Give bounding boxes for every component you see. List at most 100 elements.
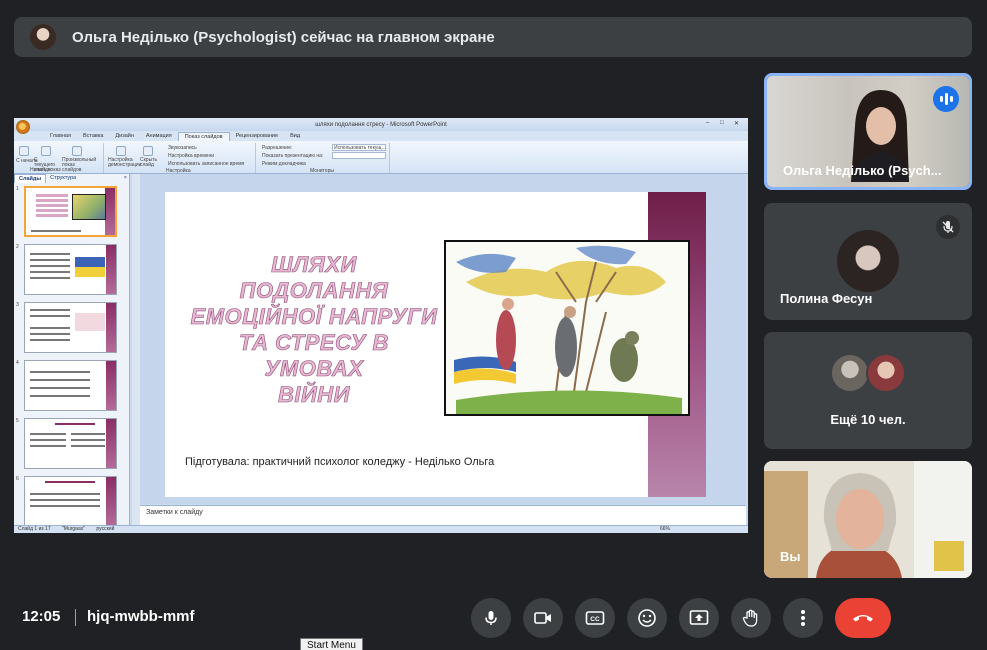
more-options-button[interactable]	[783, 598, 823, 638]
current-slide[interactable]: ШЛЯХИ ПОДОЛАННЯ ЕМОЦІЙНОЇ НАПРУГИ ТА СТР…	[165, 192, 706, 497]
slides-pane-tabs: Слайды Структура ×	[14, 174, 129, 183]
tooltip: Start Menu	[300, 638, 363, 650]
hang-up-icon	[853, 615, 873, 622]
participant-tile-presenter[interactable]: Ольга Неділько (Psych...	[764, 73, 972, 190]
present-screen-icon	[689, 610, 709, 625]
thumb-number: 2	[16, 244, 19, 250]
minimize-icon[interactable]: –	[706, 120, 714, 127]
from-current-icon[interactable]	[41, 146, 51, 156]
svg-text:CC: CC	[590, 616, 600, 623]
maximize-icon[interactable]: □	[720, 120, 728, 127]
microphone-icon	[485, 611, 497, 625]
present-button[interactable]	[679, 598, 719, 638]
meeting-code[interactable]: hjq-mwbb-mmf	[87, 608, 194, 625]
hide-slide-label[interactable]: Скрыть слайд	[140, 158, 158, 168]
ribbon-tab[interactable]: Вставка	[77, 132, 109, 141]
thumb-text-line	[30, 439, 66, 441]
slide-thumbnail[interactable]	[24, 186, 117, 237]
thumb-side-bar	[105, 188, 115, 235]
slides-pane-scrollbar[interactable]	[132, 174, 140, 526]
ribbon-tab[interactable]: Анимация	[140, 132, 178, 141]
thumb-text-line	[30, 499, 100, 501]
ribbon-tab[interactable]: Главная	[44, 132, 77, 141]
hide-slide-icon[interactable]	[143, 146, 153, 156]
participant-tile[interactable]: Полина Фесун	[764, 203, 972, 320]
thumb-text-line	[30, 265, 70, 267]
thumb-side-bar	[106, 419, 116, 468]
setup-show-label[interactable]: Настройка демонстрации	[108, 158, 141, 168]
heading-line: ШЛЯХИ	[271, 252, 357, 278]
more-participants-tile[interactable]: Ещё 10 чел.	[764, 332, 972, 449]
camera-button[interactable]	[523, 598, 563, 638]
thumb-text-line	[45, 481, 95, 483]
participant-avatar	[837, 230, 899, 292]
raise-hand-button[interactable]	[731, 598, 771, 638]
thumb-number: 4	[16, 360, 19, 366]
ribbon-tabs: Главная Вставка Дизайн Анимация Показ сл…	[14, 131, 748, 141]
slide-thumbnail[interactable]	[24, 244, 117, 295]
tab-slides[interactable]: Слайды	[14, 174, 47, 183]
use-timings-checkbox[interactable]: Использовать записанное время	[168, 161, 244, 167]
slide-editor[interactable]: ШЛЯХИ ПОДОЛАННЯ ЕМОЦІЙНОЇ НАПРУГИ ТА СТР…	[140, 174, 746, 504]
slide-notes[interactable]: Заметки к слайду	[140, 505, 746, 525]
thumb-number: 3	[16, 302, 19, 308]
ribbon-tab[interactable]: Рецензирование	[230, 132, 284, 141]
hand-icon	[742, 609, 758, 627]
thumb-side-bar	[106, 361, 116, 410]
ppt-window-title: шляхи подолання стресу - Microsoft Power…	[315, 121, 447, 128]
thumb-text-line	[30, 493, 100, 495]
heading-line: ВІЙНИ	[277, 382, 351, 408]
divider	[75, 609, 76, 626]
reactions-button[interactable]	[627, 598, 667, 638]
ribbon-group-setup: Настройка демонстрации Скрыть слайд Звук…	[106, 143, 256, 174]
thumb-text-line	[30, 505, 100, 507]
tab-outline[interactable]: Структура	[46, 174, 80, 183]
slide-thumbnail[interactable]	[24, 476, 117, 526]
thumb-text-line	[55, 423, 95, 425]
thumb-text-line	[30, 445, 66, 447]
self-view-tile[interactable]: Вы	[764, 461, 972, 578]
thumb-side-bar	[106, 245, 116, 294]
mic-off-icon	[936, 215, 960, 239]
ribbon-tab[interactable]: Вид	[284, 132, 306, 141]
slide-thumbnail[interactable]	[24, 418, 117, 469]
heading-line: ЕМОЦІЙНОЇ НАПРУГИ	[190, 304, 438, 330]
leave-call-button[interactable]	[835, 598, 891, 638]
thumb-text-line	[30, 333, 70, 335]
status-zoom[interactable]: 66%	[660, 526, 670, 533]
close-pane-icon[interactable]: ×	[120, 174, 129, 183]
custom-show-icon[interactable]	[72, 146, 82, 156]
record-narration[interactable]: Звукозапись	[168, 145, 197, 151]
setup-show-icon[interactable]	[116, 146, 126, 156]
ppt-status-bar: Слайд 1 из 17 "Murgaax" русский 66%	[14, 525, 748, 533]
presenter-avatar	[30, 24, 56, 50]
meeting-time: 12:05	[22, 608, 61, 625]
thumb-text-line	[30, 315, 70, 317]
self-name: Вы	[780, 549, 801, 564]
microphone-button[interactable]	[471, 598, 511, 638]
slide-author: Підготувала: практичний психолог коледжу…	[185, 456, 495, 468]
ribbon-group-start: С начала С текущего слайда Произвольный …	[14, 143, 104, 173]
participant-name: Полина Фесун	[780, 291, 873, 306]
thumb-number: 5	[16, 418, 19, 424]
thumb-side-bar	[106, 477, 116, 526]
thumb-side-bar	[106, 303, 116, 352]
show-on-label: Показать презентацию на:	[262, 153, 324, 159]
resolution-select[interactable]: Использовать текущ...	[332, 144, 386, 151]
thumb-text-line	[71, 445, 105, 447]
thumb-text-line	[71, 439, 105, 441]
thumb-text-line	[30, 327, 70, 329]
ppt-title-bar: шляхи подолання стресу - Microsoft Power…	[14, 118, 748, 134]
shared-screen[interactable]: шляхи подолання стресу - Microsoft Power…	[14, 118, 748, 533]
captions-button[interactable]: CC	[575, 598, 615, 638]
slide-thumbnail[interactable]	[24, 302, 117, 353]
slide-heading: ШЛЯХИ ПОДОЛАННЯ ЕМОЦІЙНОЇ НАПРУГИ ТА СТР…	[189, 252, 439, 408]
slide-thumbnail[interactable]	[24, 360, 117, 411]
ribbon-tab[interactable]: Дизайн	[109, 132, 140, 141]
from-start-icon[interactable]	[19, 146, 29, 156]
presenter-view-checkbox[interactable]: Режим докладчика	[262, 161, 306, 167]
rehearse-timings[interactable]: Настройка времени	[168, 153, 214, 159]
close-icon[interactable]: ✕	[734, 120, 742, 127]
show-on-select[interactable]	[332, 152, 386, 159]
ribbon-tab-active[interactable]: Показ слайдов	[177, 132, 230, 141]
